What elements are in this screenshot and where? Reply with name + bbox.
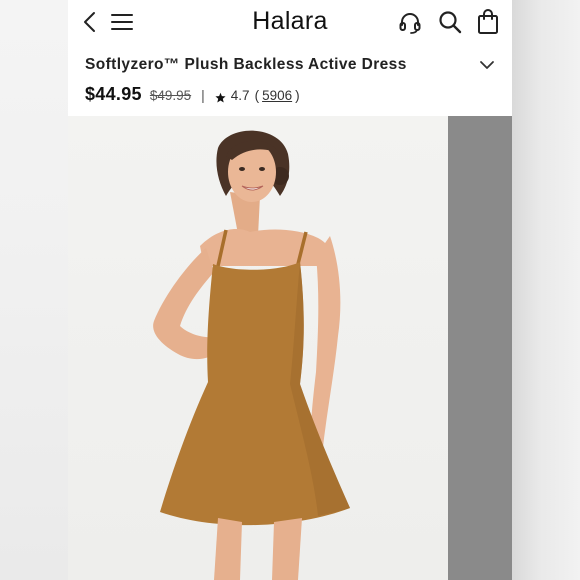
product-title: Softlyzero™ Plush Backless Active Dress (85, 56, 407, 73)
blur-border-right (512, 0, 580, 580)
headset-icon[interactable] (398, 11, 422, 35)
close-paren: ) (295, 88, 300, 103)
product-photo-main[interactable] (68, 116, 448, 580)
star-icon (215, 92, 226, 102)
chevron-down-icon[interactable] (478, 58, 496, 72)
search-icon[interactable] (438, 10, 462, 34)
product-photo-next-preview[interactable] (448, 116, 512, 580)
open-paren: ( (254, 88, 260, 103)
blur-border-left (0, 0, 68, 580)
rating-value: 4.7 (230, 88, 250, 103)
price-rating-row: $44.95 $49.95 | 4.7 ( 5906 ) (85, 84, 300, 108)
bag-icon[interactable] (477, 9, 499, 35)
product-image-gallery[interactable] (68, 116, 512, 580)
original-price: $49.95 (149, 88, 192, 103)
model-illustration (153, 130, 350, 580)
current-price: $44.95 (85, 84, 142, 104)
product-page: Halara Softlyzero™ Plush Backless Active… (68, 0, 512, 580)
divider: | (201, 87, 205, 103)
top-navigation-bar: Halara (68, 0, 512, 46)
review-count-link[interactable]: 5906 (262, 88, 292, 103)
